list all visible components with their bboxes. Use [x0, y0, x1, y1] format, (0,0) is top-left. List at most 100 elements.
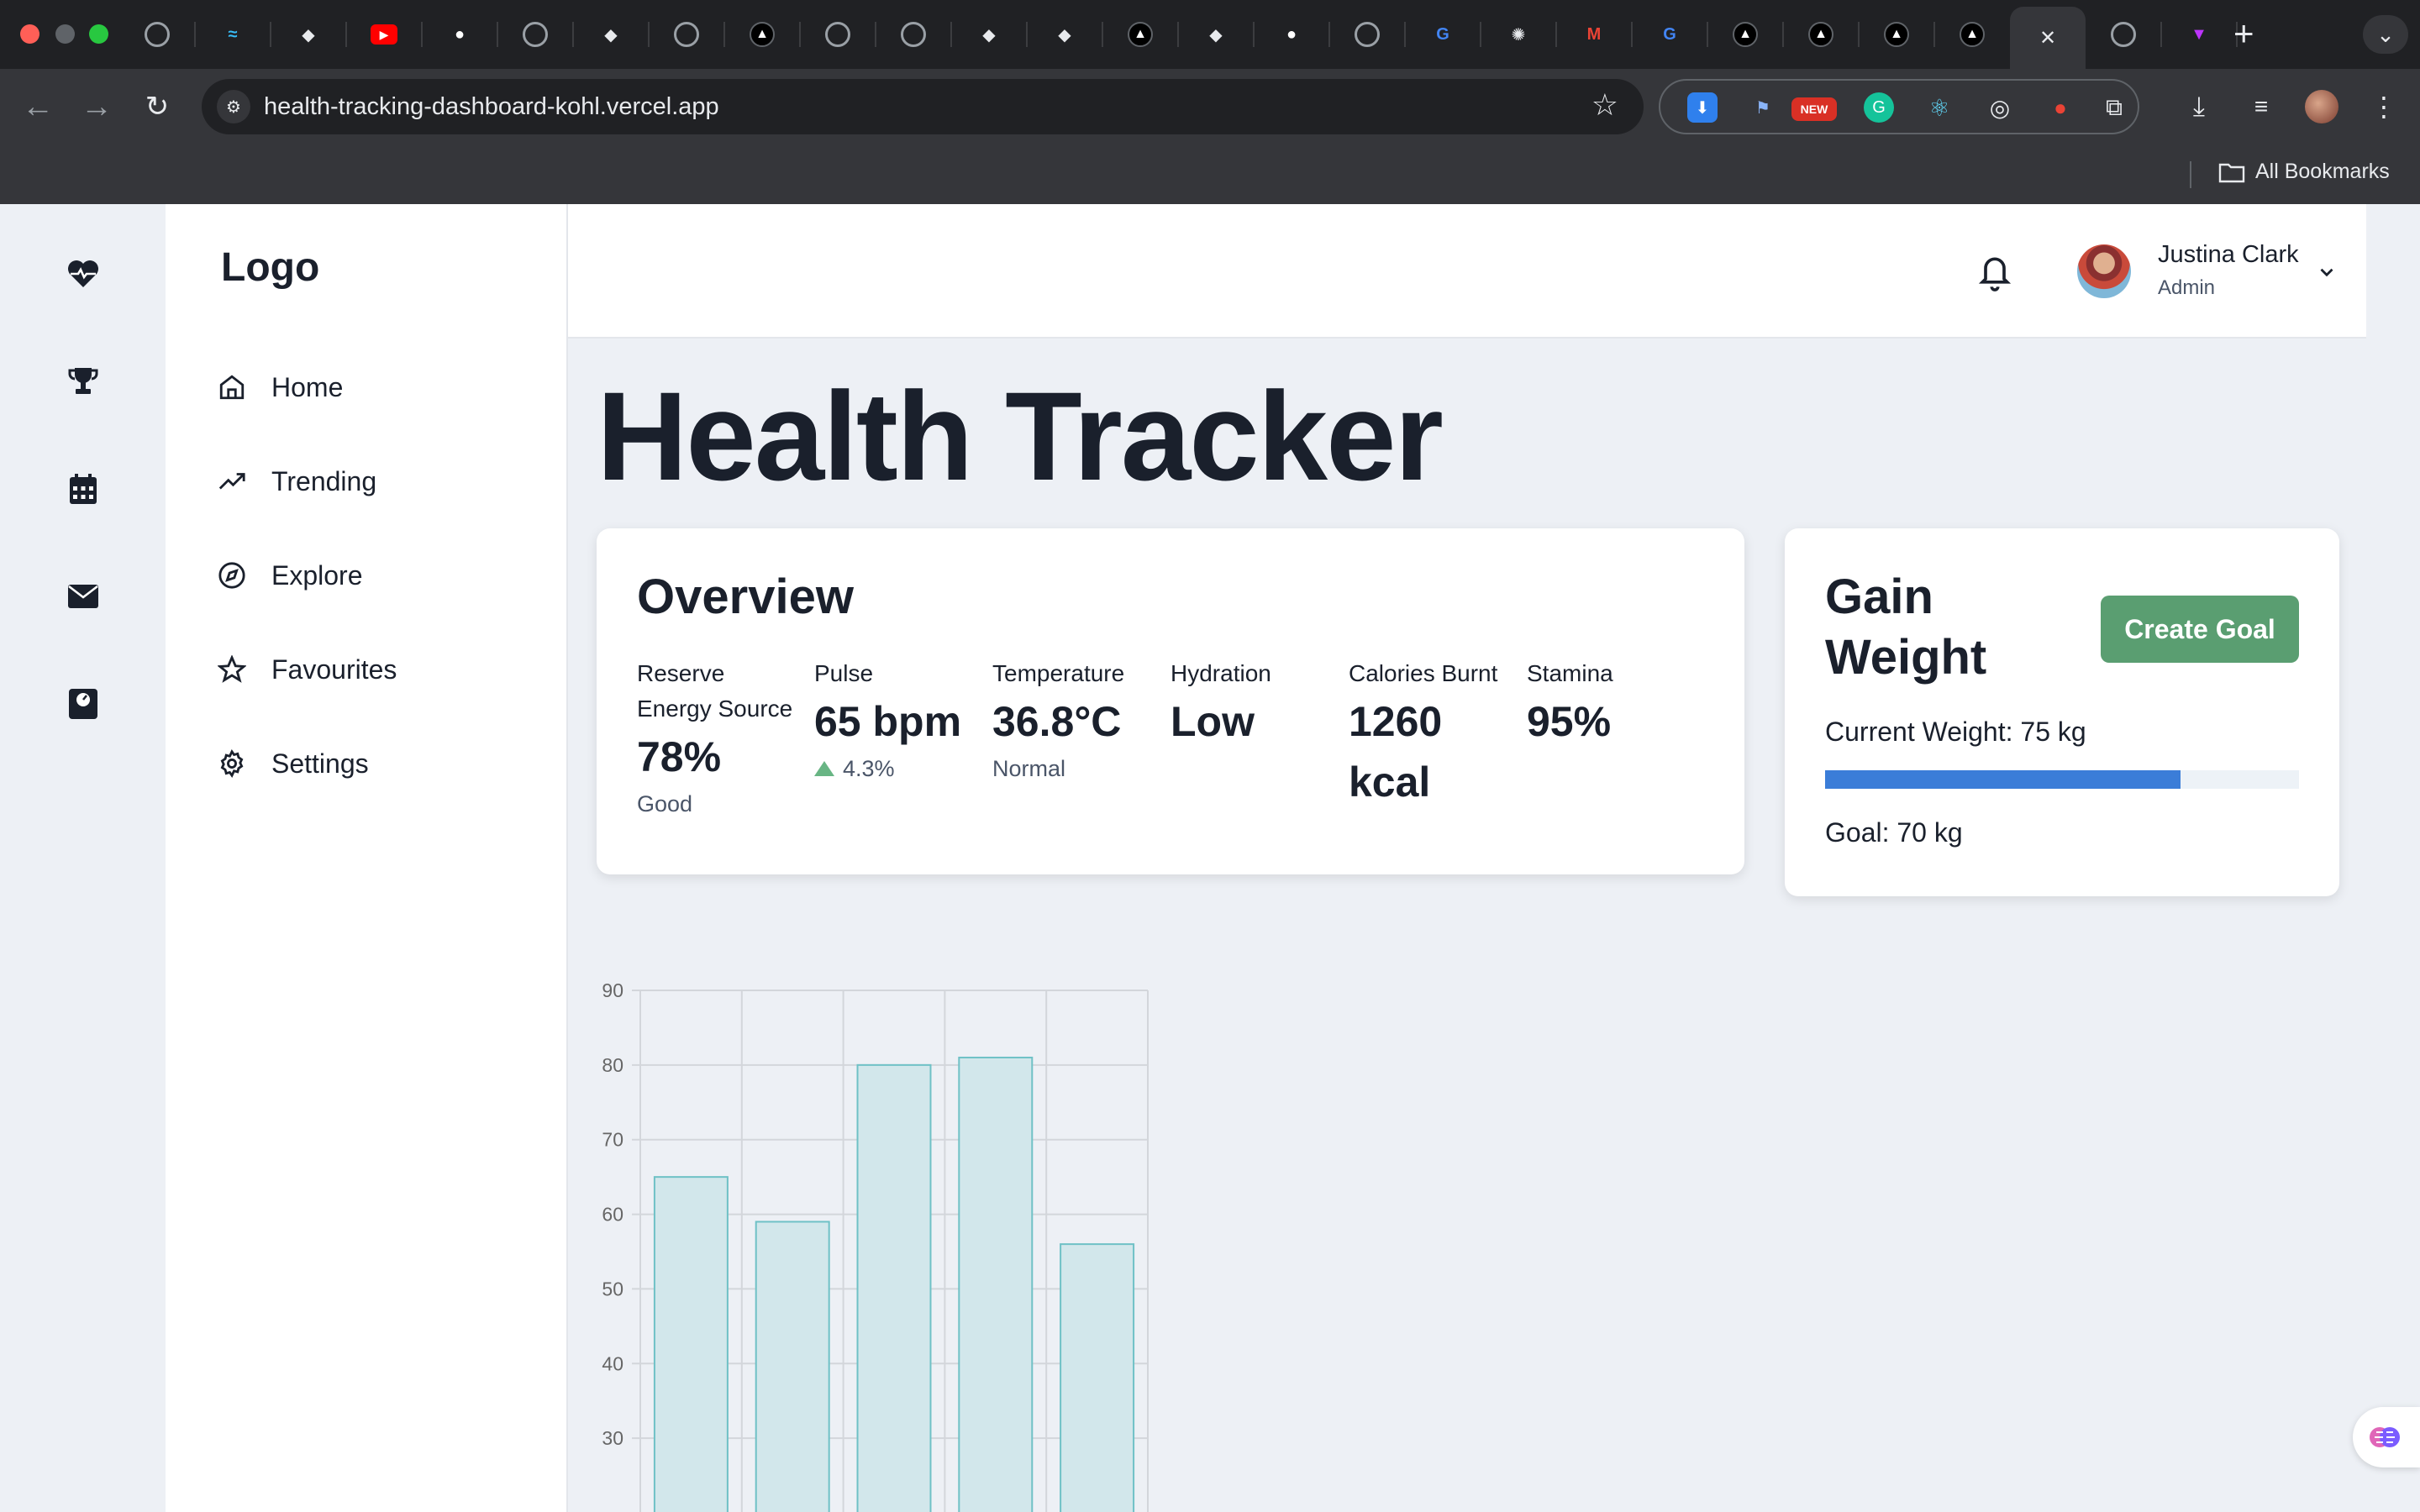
browser-tab[interactable]: ●: [422, 7, 497, 62]
metric-status: Good: [637, 791, 693, 816]
browser-tab[interactable]: [2086, 7, 2161, 62]
browser-tab[interactable]: [800, 7, 876, 62]
media-controls-icon[interactable]: ≡: [2242, 87, 2281, 126]
browser-tab[interactable]: [1329, 7, 1405, 62]
window-minimize-button[interactable]: [55, 24, 75, 44]
downloads-icon[interactable]: ⤓: [2180, 87, 2218, 126]
sidebar-item-favourites[interactable]: Favourites: [218, 644, 397, 695]
sidebar-item-label: Settings: [271, 748, 369, 779]
metric-label: Calories Burnt: [1349, 660, 1498, 686]
sidebar-item-trending[interactable]: Trending: [218, 456, 376, 507]
browser-tab[interactable]: [649, 7, 724, 62]
browser-tab[interactable]: [876, 7, 951, 62]
forward-button[interactable]: →: [77, 87, 116, 126]
vercel-icon: ▲: [1960, 22, 1985, 47]
heart-pulse-icon[interactable]: [64, 255, 103, 293]
browser-tab[interactable]: ✺: [1481, 7, 1556, 62]
browser-tab[interactable]: M: [1556, 7, 1632, 62]
window-close-button[interactable]: [20, 24, 39, 44]
trophy-icon[interactable]: [64, 362, 103, 401]
download-extension-icon[interactable]: ⬇: [1687, 92, 1718, 123]
metric-label: Temperature: [992, 660, 1125, 686]
create-goal-button[interactable]: Create Goal: [2101, 596, 2299, 663]
current-weight: Current Weight: 75 kg: [1825, 717, 2086, 747]
sidebar: Logo Home Trending Explore Favourites Se…: [166, 204, 568, 1512]
browser-tab[interactable]: ▲: [1707, 7, 1783, 62]
target-extension-icon[interactable]: ◎: [1985, 92, 2015, 123]
browser-tab[interactable]: ▲: [1102, 7, 1178, 62]
avatar[interactable]: [2077, 244, 2131, 298]
assistant-icon[interactable]: [2353, 1407, 2420, 1467]
back-button[interactable]: ←: [18, 87, 57, 126]
bell-icon[interactable]: [1976, 251, 2013, 291]
trending-icon: [218, 473, 245, 490]
new-extension-icon[interactable]: NEW: [1791, 97, 1837, 121]
bookmark-extension-icon[interactable]: ⚑: [1748, 92, 1778, 123]
star-icon: [218, 655, 246, 683]
puzzle-extensions-icon[interactable]: ⧉: [2099, 92, 2129, 123]
overview-title: Overview: [637, 570, 854, 624]
weight-progress-fill: [1825, 770, 2181, 789]
browser-tab[interactable]: ●: [1254, 7, 1329, 62]
sidebar-item-settings[interactable]: Settings: [218, 738, 369, 789]
site-info-icon[interactable]: ⚙: [217, 90, 250, 123]
bookmarks-divider: [2190, 161, 2191, 188]
browser-tab[interactable]: G: [1405, 7, 1481, 62]
metric-hydration: Hydration Low: [1171, 656, 1347, 752]
browser-menu-icon[interactable]: ⋮: [2365, 87, 2403, 126]
github-icon: ●: [454, 24, 466, 44]
browser-tab[interactable]: ▼: [2161, 7, 2237, 62]
metric-label: Stamina: [1527, 660, 1613, 686]
browser-tab[interactable]: ▲: [1859, 7, 1934, 62]
browser-tab[interactable]: [497, 7, 573, 62]
browser-tab[interactable]: ≈: [195, 7, 271, 62]
goal-card: Gain Weight Create Goal Current Weight: …: [1785, 528, 2339, 896]
browser-tab[interactable]: ◆: [1027, 7, 1102, 62]
user-name[interactable]: Justina Clark: [2158, 241, 2299, 269]
calendar-icon[interactable]: [64, 470, 103, 508]
globe-icon: [825, 22, 850, 47]
color-extension-icon[interactable]: ●: [2045, 92, 2075, 123]
metric-value: 36.8°C: [992, 698, 1122, 745]
tab-search-button[interactable]: ⌄: [2363, 15, 2408, 54]
reload-button[interactable]: ↻: [138, 87, 176, 126]
grammarly-extension-icon[interactable]: G: [1864, 92, 1894, 123]
new-tab-button[interactable]: +: [2233, 15, 2254, 52]
scale-icon[interactable]: [64, 685, 103, 723]
sidebar-item-home[interactable]: Home: [218, 362, 343, 412]
browser-tab[interactable]: ▲: [1934, 7, 2010, 62]
folder-icon: [2218, 163, 2245, 182]
browser-tab-strip: ≈ ◆ ▶ ● ◆ ▲ ◆ ◆ ▲ ◆ ● G ✺ M G ▲ ▲ ▲ ▲ ✕ ▼ + ⌄: [0, 0, 2420, 69]
logo[interactable]: Logo: [221, 244, 319, 291]
browser-tab[interactable]: ◆: [951, 7, 1027, 62]
user-role: Admin: [2158, 276, 2216, 299]
chevron-down-icon[interactable]: [2316, 261, 2338, 283]
browser-tab[interactable]: ▶: [346, 7, 422, 62]
vercel-icon: ▲: [1733, 22, 1758, 47]
extensions-area: ⬇ ⚑ NEW G ⚛ ◎ ● ⧉: [1659, 79, 2139, 134]
browser-tab[interactable]: ◆: [1178, 7, 1254, 62]
browser-tab[interactable]: ◆: [271, 7, 346, 62]
metric-value: 1260 kcal: [1349, 698, 1443, 806]
bookmark-star-icon[interactable]: ☆: [1591, 87, 1618, 123]
all-bookmarks-button[interactable]: All Bookmarks: [2218, 160, 2390, 184]
browser-tab[interactable]: [119, 7, 195, 62]
browser-tab[interactable]: ▲: [724, 7, 800, 62]
openai-icon: ✺: [1511, 25, 1526, 45]
envelope-icon[interactable]: [64, 577, 103, 616]
react-devtools-icon[interactable]: ⚛: [1924, 92, 1954, 123]
window-zoom-button[interactable]: [89, 24, 108, 44]
profile-avatar-icon[interactable]: [2302, 87, 2341, 126]
y-tick-label: 30: [602, 1427, 623, 1449]
address-bar[interactable]: ⚙ health-tracking-dashboard-kohl.vercel.…: [202, 79, 1644, 134]
browser-tab[interactable]: ◆: [573, 7, 649, 62]
sidebar-item-explore[interactable]: Explore: [218, 550, 363, 601]
browser-tab[interactable]: G: [1632, 7, 1707, 62]
y-tick-label: 60: [602, 1204, 623, 1226]
vercel-icon: ▲: [1884, 22, 1909, 47]
browser-tab[interactable]: ▲: [1783, 7, 1859, 62]
browser-tab[interactable]: ✕: [2010, 7, 2086, 69]
url-text[interactable]: health-tracking-dashboard-kohl.vercel.ap…: [264, 93, 719, 121]
metric-label: Reserve Energy Source: [637, 660, 793, 722]
web-page: Logo Home Trending Explore Favourites Se…: [0, 204, 2420, 1512]
